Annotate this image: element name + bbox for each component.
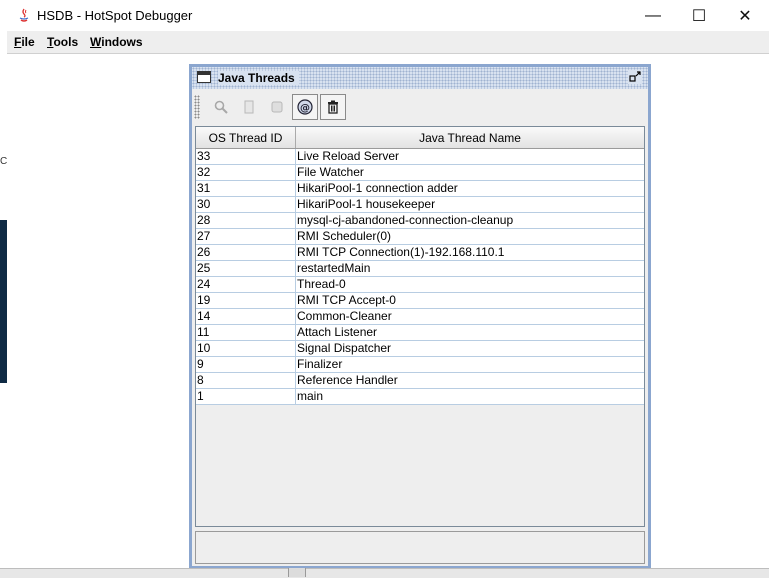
table-row[interactable]: 26 RMI TCP Connection(1)-192.168.110.1 — [196, 244, 644, 261]
menu-windows[interactable]: Windows — [90, 35, 143, 49]
at-icon: @ — [297, 99, 313, 115]
desktop-pane: Java Threads @ OS Thread ID Java Thread … — [7, 54, 769, 570]
scrollbar-fragment — [288, 568, 306, 577]
magnifier-icon — [214, 100, 228, 114]
cell-os-thread-id[interactable]: 25 — [196, 260, 296, 277]
find-crashes-button[interactable] — [264, 94, 290, 120]
menu-bar: File Tools Windows — [7, 31, 769, 54]
cell-java-thread-name[interactable]: Thread-0 — [295, 276, 644, 293]
java-threads-frame: Java Threads @ OS Thread ID Java Thread … — [189, 64, 651, 569]
maximize-arrows-icon — [629, 71, 641, 82]
frame-title-bar[interactable]: Java Threads — [192, 67, 648, 89]
threads-toolbar: @ — [192, 92, 648, 122]
maximize-button[interactable]: ☐ — [676, 0, 722, 31]
window-title: HSDB - HotSpot Debugger — [37, 8, 193, 23]
stack-icon — [271, 101, 283, 113]
cell-os-thread-id[interactable]: 26 — [196, 244, 296, 261]
column-header-os-thread-id[interactable]: OS Thread ID — [196, 127, 296, 149]
document-icon — [244, 100, 254, 114]
close-button[interactable]: ✕ — [722, 0, 768, 31]
cell-java-thread-name[interactable]: Common-Cleaner — [295, 308, 644, 325]
java-app-icon — [19, 8, 29, 22]
minimize-button[interactable]: — — [630, 0, 676, 31]
cell-os-thread-id[interactable]: 28 — [196, 212, 296, 229]
cell-java-thread-name[interactable]: mysql-cj-abandoned-connection-cleanup — [295, 212, 644, 229]
cell-os-thread-id[interactable]: 30 — [196, 196, 296, 213]
table-row[interactable]: 25 restartedMain — [196, 260, 644, 277]
table-row[interactable]: 30 HikariPool-1 housekeeper — [196, 196, 644, 213]
cell-java-thread-name[interactable]: RMI TCP Connection(1)-192.168.110.1 — [295, 244, 644, 261]
cell-os-thread-id[interactable]: 14 — [196, 308, 296, 325]
hsdb-window: HSDB - HotSpot Debugger — ☐ ✕ File Tools… — [7, 0, 769, 570]
table-row[interactable]: 24 Thread-0 — [196, 276, 644, 293]
cell-java-thread-name[interactable]: Attach Listener — [295, 324, 644, 341]
table-row[interactable]: 32 File Watcher — [196, 164, 644, 181]
menu-file[interactable]: File — [14, 35, 35, 49]
cell-os-thread-id[interactable]: 27 — [196, 228, 296, 245]
frame-title: Java Threads — [218, 71, 299, 85]
status-panel — [195, 531, 645, 564]
table-row[interactable]: 27 RMI Scheduler(0) — [196, 228, 644, 245]
cell-java-thread-name[interactable]: RMI Scheduler(0) — [295, 228, 644, 245]
table-row[interactable]: 1 main — [196, 388, 644, 405]
cell-java-thread-name[interactable]: Finalizer — [295, 356, 644, 373]
cell-java-thread-name[interactable]: main — [295, 388, 644, 405]
table-row[interactable]: 19 RMI TCP Accept-0 — [196, 292, 644, 309]
trash-icon — [328, 100, 338, 114]
toolbar-grip[interactable] — [194, 95, 200, 119]
cell-java-thread-name[interactable]: restartedMain — [295, 260, 644, 277]
cell-os-thread-id[interactable]: 1 — [196, 388, 296, 405]
cell-java-thread-name[interactable]: RMI TCP Accept-0 — [295, 292, 644, 309]
table-row[interactable]: 33 Live Reload Server — [196, 148, 644, 165]
cell-java-thread-name[interactable]: Signal Dispatcher — [295, 340, 644, 357]
table-header: OS Thread ID Java Thread Name — [196, 127, 644, 149]
cell-os-thread-id[interactable]: 33 — [196, 148, 296, 165]
cell-os-thread-id[interactable]: 9 — [196, 356, 296, 373]
thread-info-button[interactable]: @ — [292, 94, 318, 120]
show-stack-button[interactable] — [236, 94, 262, 120]
table-row[interactable]: 10 Signal Dispatcher — [196, 340, 644, 357]
threads-table-scrollpane[interactable]: OS Thread ID Java Thread Name 33 Live Rel… — [195, 126, 645, 527]
cell-os-thread-id[interactable]: 24 — [196, 276, 296, 293]
cell-os-thread-id[interactable]: 8 — [196, 372, 296, 389]
svg-text:@: @ — [300, 103, 310, 114]
inspect-thread-button[interactable] — [208, 94, 234, 120]
cell-os-thread-id[interactable]: 11 — [196, 324, 296, 341]
table-row[interactable]: 11 Attach Listener — [196, 324, 644, 341]
cell-java-thread-name[interactable]: HikariPool-1 housekeeper — [295, 196, 644, 213]
table-row[interactable]: 8 Reference Handler — [196, 372, 644, 389]
column-header-java-thread-name[interactable]: Java Thread Name — [295, 127, 644, 149]
cell-java-thread-name[interactable]: Live Reload Server — [295, 148, 644, 165]
title-bar: HSDB - HotSpot Debugger — ☐ ✕ — [7, 0, 769, 31]
frame-window-icon — [197, 71, 211, 83]
delete-button[interactable] — [320, 94, 346, 120]
cell-java-thread-name[interactable]: Reference Handler — [295, 372, 644, 389]
table-row[interactable]: 9 Finalizer — [196, 356, 644, 373]
table-row[interactable]: 14 Common-Cleaner — [196, 308, 644, 325]
table-body: 33 Live Reload Server 32 File Watcher 31 Hika… — [196, 148, 644, 405]
cell-os-thread-id[interactable]: 32 — [196, 164, 296, 181]
threads-table: OS Thread ID Java Thread Name 33 Live Rel… — [196, 127, 644, 405]
table-row[interactable]: 28 mysql-cj-abandoned-connection-cleanup — [196, 212, 644, 229]
cell-os-thread-id[interactable]: 31 — [196, 180, 296, 197]
table-row[interactable]: 31 HikariPool-1 connection adder — [196, 180, 644, 197]
cell-java-thread-name[interactable]: HikariPool-1 connection adder — [295, 180, 644, 197]
cell-os-thread-id[interactable]: 10 — [196, 340, 296, 357]
cell-java-thread-name[interactable]: File Watcher — [295, 164, 644, 181]
menu-tools[interactable]: Tools — [47, 35, 78, 49]
frame-maximize-icon[interactable] — [628, 70, 642, 84]
cell-os-thread-id[interactable]: 19 — [196, 292, 296, 309]
